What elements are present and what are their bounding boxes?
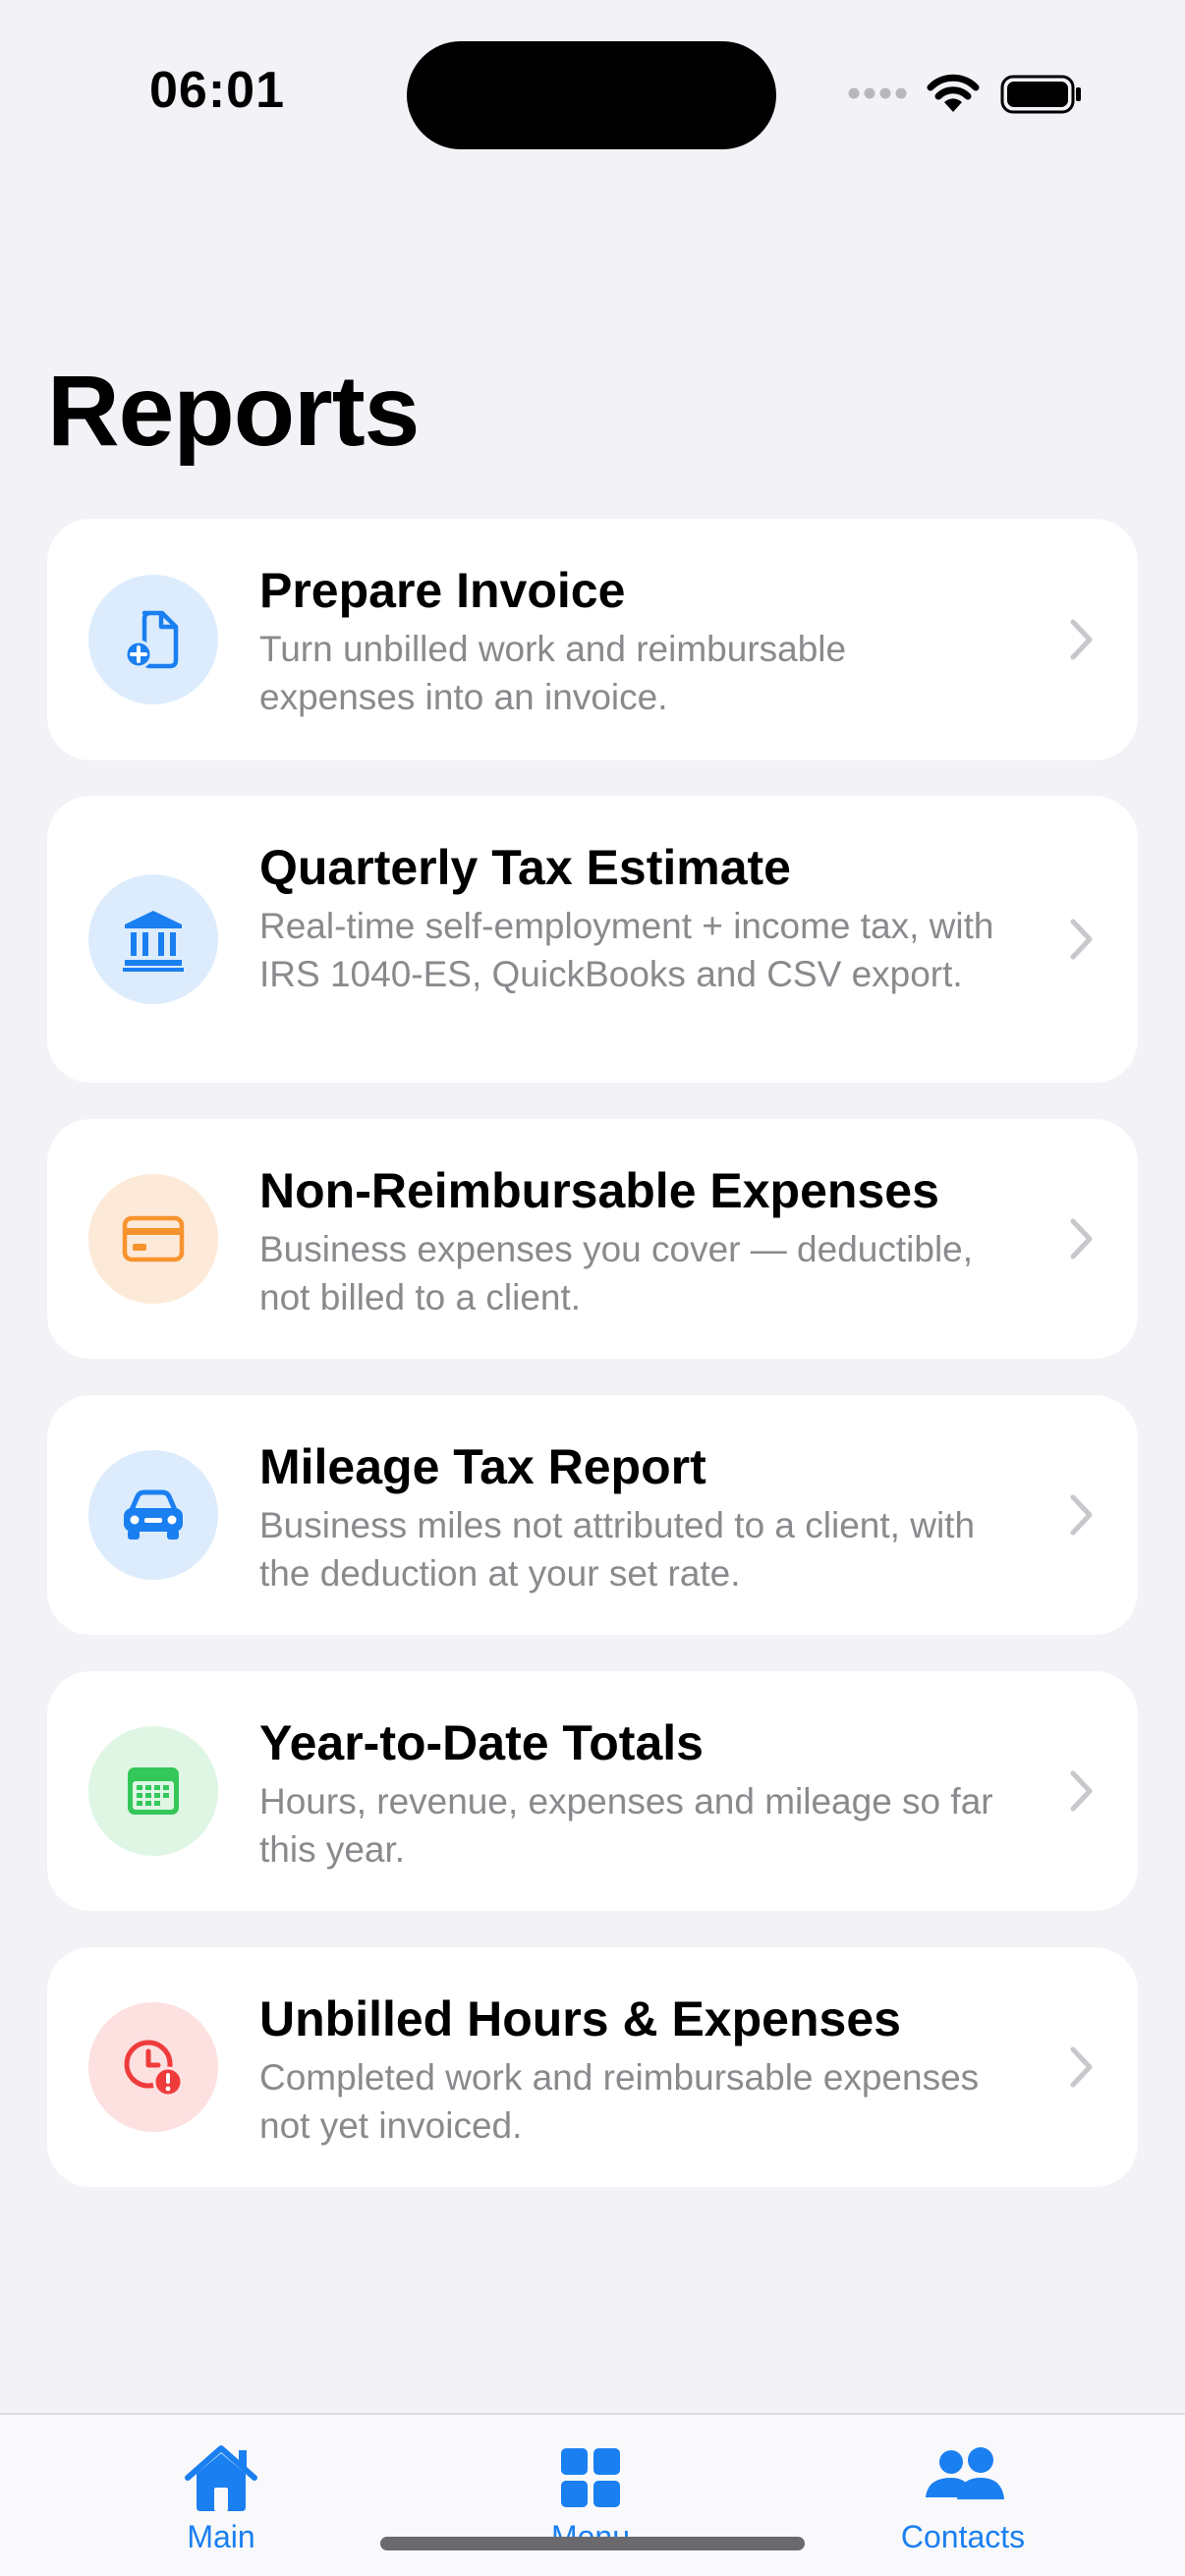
icon-circle — [88, 1726, 218, 1856]
icon-circle — [88, 2002, 218, 2132]
battery-icon — [1000, 75, 1081, 114]
card-title: Prepare Invoice — [259, 563, 626, 618]
report-card-unbilled-hours-expenses[interactable]: Unbilled Hours & Expenses Completed work… — [47, 1947, 1138, 2187]
cellular-signal-icon — [848, 87, 907, 99]
chevron-right-icon — [1070, 919, 1093, 960]
tab-label: Contacts — [900, 2519, 1026, 2554]
chevron-right-icon — [1070, 619, 1093, 660]
home-indicator[interactable] — [380, 2537, 805, 2550]
home-icon — [185, 2445, 257, 2511]
tab-label: Main — [187, 2519, 255, 2554]
people-icon — [926, 2447, 1004, 2499]
chevron-right-icon — [1070, 1770, 1093, 1812]
status-time: 06:01 — [149, 62, 285, 119]
card-title: Non-Reimbursable Expenses — [259, 1163, 939, 1218]
chevron-right-icon — [1070, 2046, 1093, 2088]
icon-circle — [88, 575, 218, 704]
report-card-mileage-tax-report[interactable]: Mileage Tax Report Business miles not at… — [47, 1395, 1138, 1635]
card-title: Unbilled Hours & Expenses — [259, 1991, 901, 2046]
tab-menu[interactable]: Menu — [473, 2415, 708, 2576]
report-card-year-to-date-totals[interactable]: Year-to-Date Totals Hours, revenue, expe… — [47, 1671, 1138, 1911]
card-title: Mileage Tax Report — [259, 1439, 706, 1494]
card-description: Real-time self-employment + income tax, … — [259, 906, 994, 994]
tab-contacts[interactable]: Contacts — [845, 2415, 1081, 2576]
grid-icon — [561, 2448, 620, 2507]
card-description: Hours, revenue, expenses and mileage so … — [259, 1781, 993, 1870]
report-card-prepare-invoice[interactable]: Prepare Invoice Turn unbilled work and r… — [47, 519, 1138, 760]
reports-screen: 06:01 Reports Prepare Invoice Turn unbil… — [0, 0, 1185, 2576]
tab-main[interactable]: Main — [103, 2415, 339, 2576]
report-card-non-reimbursable-expenses[interactable]: Non-Reimbursable Expenses Business expen… — [47, 1119, 1138, 1359]
report-card-quarterly-tax-estimate[interactable]: Quarterly Tax Estimate Real-time self-em… — [47, 796, 1138, 1083]
wifi-icon — [927, 74, 980, 112]
card-title: Quarterly Tax Estimate — [259, 840, 791, 895]
invoice-add-icon — [124, 610, 179, 669]
status-indicators — [847, 69, 1083, 118]
icon-circle — [88, 1174, 218, 1304]
icon-circle — [88, 874, 218, 1004]
chevron-right-icon — [1070, 1494, 1093, 1536]
icon-circle — [88, 1450, 218, 1580]
dynamic-island — [407, 41, 776, 149]
car-icon — [124, 1489, 183, 1540]
card-description: Business expenses you cover — deductible… — [259, 1229, 974, 1317]
calendar-icon — [128, 1767, 179, 1815]
card-description: Business miles not attributed to a clien… — [259, 1505, 976, 1594]
tab-bar: Main Menu Contacts — [0, 2413, 1185, 2576]
card-title: Year-to-Date Totals — [259, 1715, 704, 1770]
page-title: Reports — [47, 355, 420, 467]
card-description: Completed work and reimbursable expenses… — [259, 2057, 980, 2146]
chevron-right-icon — [1070, 1218, 1093, 1260]
bank-icon — [123, 911, 184, 972]
credit-card-icon — [122, 1215, 185, 1262]
clock-alert-icon — [124, 2040, 184, 2098]
card-description: Turn unbilled work and reimbursable expe… — [259, 629, 847, 717]
